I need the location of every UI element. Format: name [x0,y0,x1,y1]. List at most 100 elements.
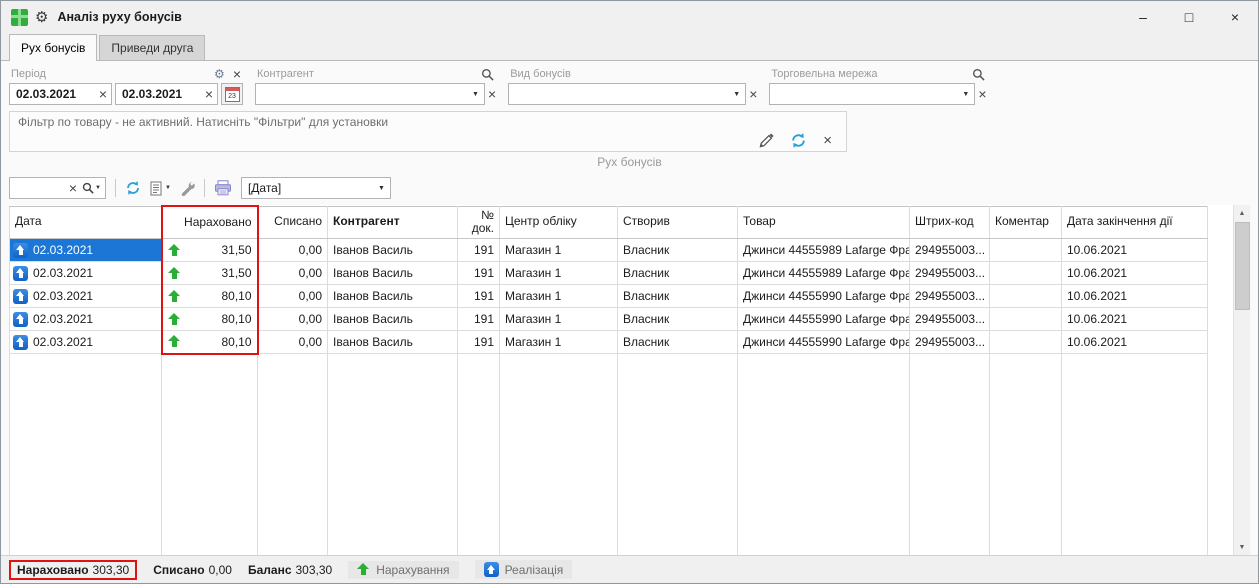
tab-refer-friend[interactable]: Приведи друга [99,35,205,60]
product-cell: Джинси 44555989 Lafarge Фра... [738,262,910,285]
table-row[interactable]: 02.03.2021 31,50 0,00 Іванов Василь 191 … [10,262,1208,285]
legend-realization[interactable]: Реалізація [475,560,573,579]
bonus-type-clear-icon[interactable]: × [749,87,757,101]
col-header-doc-no[interactable]: № док. [458,206,500,239]
trade-network-search-icon[interactable] [972,68,985,81]
col-header-center[interactable]: Центр обліку [500,206,618,239]
status-balance-total: Баланс 303,30 [248,563,332,577]
bonus-type-filter-group: Вид бонусів ▼ × [508,66,757,106]
content-area: Період ⚙ × 02.03.2021 × 02.03.2021 × [1,61,1258,555]
bonus-type-select[interactable]: ▼ [508,83,746,105]
period-clear-icon[interactable]: × [233,67,241,81]
date-cell[interactable]: 02.03.2021 [10,308,162,331]
print-icon[interactable] [214,180,232,196]
scroll-down-icon[interactable]: ▼ [1234,539,1250,555]
date-from-value: 02.03.2021 [16,87,76,101]
table-row[interactable]: 02.03.2021 80,10 0,00 Іванов Василь 191 … [10,331,1208,354]
legend-accrual[interactable]: Нарахування [348,561,458,579]
col-header-written-off[interactable]: Списано [258,206,328,239]
written-off-cell: 0,00 [258,308,328,331]
period-label: Період [11,68,46,80]
accounting-center-cell: Магазин 1 [500,239,618,262]
accrued-cell: 31,50 [162,239,258,262]
status-accrued-total: Нараховано 303,30 [9,560,137,580]
date-cell[interactable]: 02.03.2021 [10,262,162,285]
date-to-input[interactable]: 02.03.2021 × [115,83,218,105]
tabstrip: Рух бонусів Приведи друга [1,33,1258,61]
minimize-button[interactable]: – [1120,1,1166,33]
date-cell[interactable]: 02.03.2021 [10,331,162,354]
trade-network-filter-group: Торговельна мережа ▼ × [769,66,986,106]
maximize-button[interactable]: □ [1166,1,1212,33]
period-gear-icon[interactable]: ⚙ [214,67,225,81]
status-written-off-total: Списано 0,00 [153,563,232,577]
counterparty-search-icon[interactable] [481,68,494,81]
col-header-expiry[interactable]: Дата закінчення дії [1062,206,1208,239]
col-header-comment[interactable]: Коментар [990,206,1062,239]
chevron-down-icon: ▼ [957,91,974,98]
created-by-cell: Власник [618,285,738,308]
col-header-counterparty[interactable]: Контрагент [328,206,458,239]
date-cell[interactable]: 02.03.2021 [10,239,162,262]
written-off-cell: 0,00 [258,285,328,308]
written-off-cell: 0,00 [258,239,328,262]
search-icon[interactable]: ▼ [82,182,101,194]
counterparty-clear-icon[interactable]: × [488,87,496,101]
date-from-input[interactable]: 02.03.2021 × [9,83,112,105]
comment-cell [990,331,1062,354]
clear-product-filter-icon[interactable]: × [823,133,832,148]
comment-cell [990,239,1062,262]
table-row[interactable]: 02.03.2021 31,50 0,00 Іванов Василь 191 … [10,239,1208,262]
table-filler-row [10,354,1208,555]
export-document-icon[interactable]: ▼ [150,181,171,196]
col-header-barcode[interactable]: Штрих-код [910,206,990,239]
refresh-table-icon[interactable] [125,180,141,196]
table-row[interactable]: 02.03.2021 80,10 0,00 Іванов Василь 191 … [10,308,1208,331]
edit-filter-icon[interactable] [757,132,774,149]
accounting-center-cell: Магазин 1 [500,308,618,331]
expiry-date-cell: 10.06.2021 [1062,262,1208,285]
group-by-select[interactable]: [Дата] ▼ [241,177,391,199]
realization-row-icon [13,312,28,327]
status-written-off-label: Списано [153,563,204,577]
titlebar: ⚙ Аналіз руху бонусів – □ × [1,1,1258,33]
comment-cell [990,308,1062,331]
col-header-product[interactable]: Товар [738,206,910,239]
doc-no-cell: 191 [458,308,500,331]
written-off-cell: 0,00 [258,262,328,285]
settings-wrench-icon[interactable] [180,181,195,196]
table-area: Дата Нараховано Списано Контрагент № док… [9,205,1250,555]
date-cell[interactable]: 02.03.2021 [10,285,162,308]
date-to-clear-icon[interactable]: × [205,87,213,101]
legend-realization-label: Реалізація [505,563,564,577]
table-row[interactable]: 02.03.2021 80,10 0,00 Іванов Василь 191 … [10,285,1208,308]
tab-bonus-movement[interactable]: Рух бонусів [9,34,97,61]
accrued-value: 80,10 [186,335,252,349]
col-header-accrued[interactable]: Нараховано [162,206,258,239]
window-controls: – □ × [1120,1,1258,33]
table-search-input[interactable]: × ▼ [9,177,106,199]
grid-toolbar: × ▼ ▼ [Дата] ▼ [9,175,1250,201]
created-by-cell: Власник [618,262,738,285]
col-header-created-by[interactable]: Створив [618,206,738,239]
close-button[interactable]: × [1212,1,1258,33]
app-gear-icon[interactable]: ⚙ [35,10,48,25]
date-value: 02.03.2021 [33,312,93,326]
chevron-down-icon: ▼ [728,91,745,98]
date-value: 02.03.2021 [33,243,93,257]
accrued-value: 31,50 [186,266,252,280]
calendar-button[interactable]: 23 [221,83,243,105]
date-from-clear-icon[interactable]: × [99,87,107,101]
scrollbar-thumb[interactable] [1235,222,1250,310]
counterparty-select[interactable]: ▼ [255,83,485,105]
trade-network-select[interactable]: ▼ [769,83,975,105]
refresh-filter-icon[interactable] [790,132,807,149]
doc-no-cell: 191 [458,262,500,285]
col-header-date[interactable]: Дата [10,206,162,239]
search-clear-icon[interactable]: × [69,181,77,195]
date-value: 02.03.2021 [33,335,93,349]
trade-network-clear-icon[interactable]: × [978,87,986,101]
vertical-scrollbar[interactable]: ▲ ▼ [1233,205,1250,555]
trade-network-label: Торговельна мережа [771,68,877,80]
scroll-up-icon[interactable]: ▲ [1234,205,1250,221]
